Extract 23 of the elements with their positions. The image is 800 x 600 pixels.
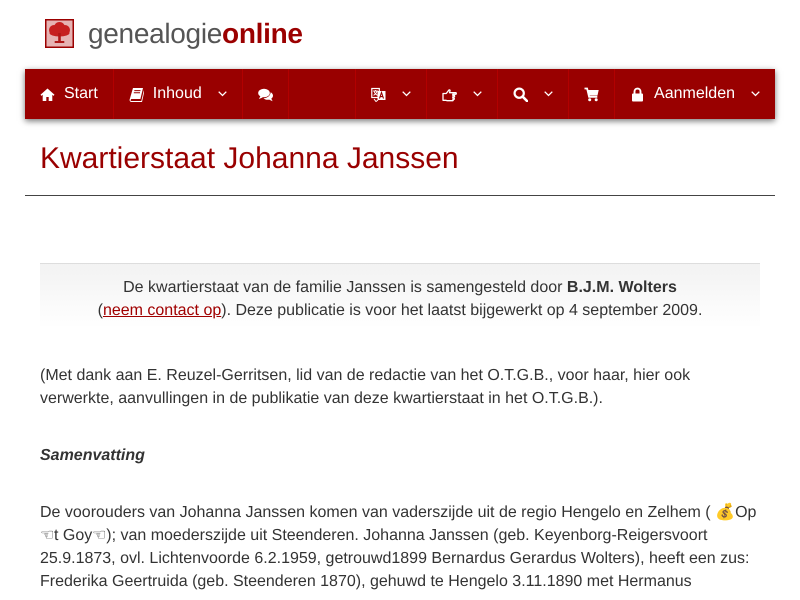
page-title: Kwartierstaat Johanna Janssen bbox=[25, 119, 775, 196]
contact-link[interactable]: neem contact op bbox=[102, 302, 222, 319]
language-icon bbox=[371, 86, 386, 102]
chevron-down-icon bbox=[218, 91, 227, 97]
summary-paragraph: De voorouders van Johanna Janssen komen van vaderszijde uit de regio Hengelo en Zelhem ( 💰Op ☜t Goy☜); van moederszijde uit Steenderen. Johanna Janssen (geb. Keyenborg-Reigersvoort 25.9.1873, ovl. Lichtenvoorde 6.2.1959, getrouwd1899 Bernardus Gerardus Wolters), heeft een zus: Frederika Geertruida (geb. Steenderen 1870), gehuwd te Hengelo 3.11.1890 met Hermanus bbox=[40, 502, 758, 592]
acknowledgement-paragraph: (Met dank aan E. Reuzel-Gerritsen, lid van de redactie van het O.T.G.B., voor haar, hier ook verwerkte, aanvullingen in de publikatie van deze kwartierstaat in het O.T.G.B.). bbox=[40, 366, 692, 409]
shopping-cart-icon bbox=[584, 86, 600, 102]
chat-bubbles-icon bbox=[258, 86, 273, 102]
pointing-hand-icon bbox=[442, 86, 458, 102]
padlock-icon bbox=[630, 86, 646, 102]
start-nav-link[interactable]: Start bbox=[25, 69, 114, 119]
chevron-down-icon bbox=[402, 91, 412, 97]
content-menu-link[interactable]: Inhoud bbox=[114, 69, 243, 119]
chevron-down-icon bbox=[751, 91, 760, 97]
search-icon bbox=[513, 86, 528, 102]
chevron-down-icon bbox=[544, 91, 554, 97]
section-heading: Samenvatting bbox=[40, 446, 146, 466]
tree-logo-icon[interactable] bbox=[45, 19, 74, 48]
book-icon bbox=[128, 86, 144, 102]
site-logo-text[interactable]: genealogieonline bbox=[88, 20, 303, 48]
home-icon bbox=[40, 86, 55, 102]
chevron-down-icon bbox=[473, 91, 482, 97]
login-menu-link[interactable]: Aanmelden bbox=[615, 69, 775, 119]
